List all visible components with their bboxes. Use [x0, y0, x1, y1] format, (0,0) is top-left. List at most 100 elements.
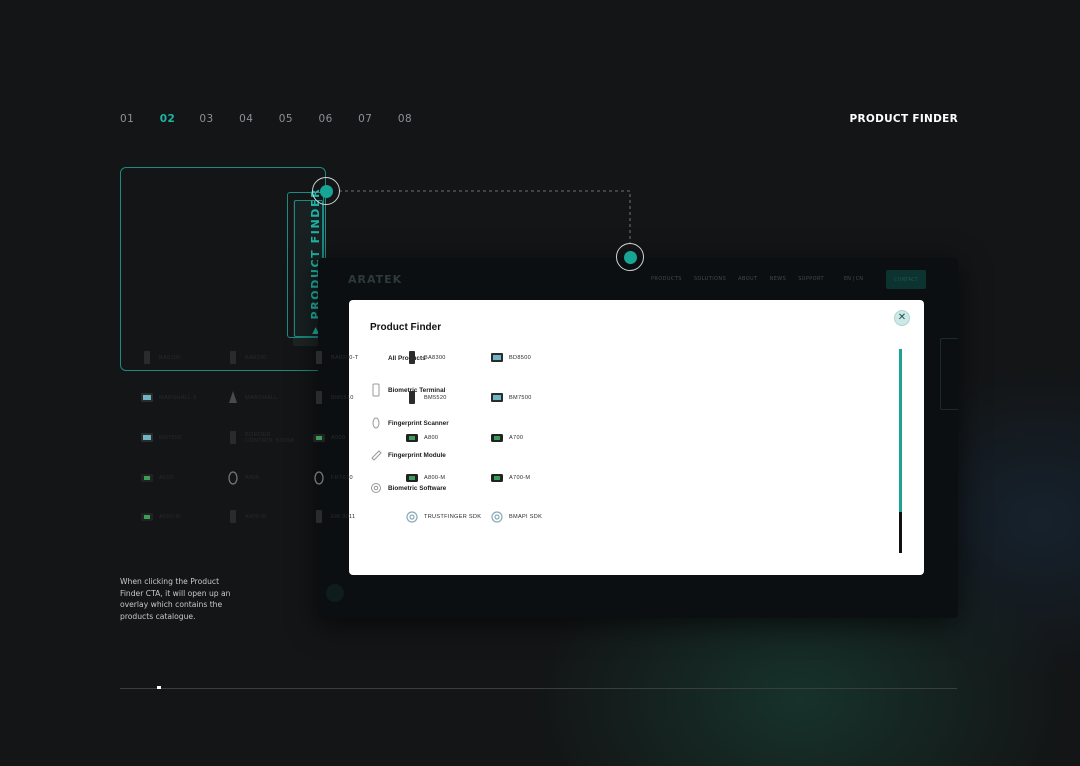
product-label: BD8500 [509, 354, 532, 361]
product-label: A400 [245, 474, 260, 481]
step-04[interactable]: 04 [239, 113, 279, 125]
product-label: FRT610 [331, 474, 353, 481]
step-navigation: 01 02 03 04 05 06 07 08 [120, 113, 438, 125]
product-item[interactable]: FRT610 [310, 468, 353, 488]
close-icon[interactable]: ✕ [894, 310, 910, 326]
product-item[interactable]: A400 [224, 468, 259, 488]
category-fingerprint-module[interactable]: Fingerprint Module [370, 447, 446, 463]
product-item[interactable]: A700 [488, 428, 523, 448]
product-item[interactable]: BM5510 [310, 388, 354, 408]
site-nav-news[interactable]: NEWS [770, 276, 787, 282]
product-item[interactable]: A600-M [138, 507, 180, 527]
product-label: TRUSTFINGER SDK [424, 513, 482, 520]
scrollbar-progress [899, 349, 902, 512]
product-finder-modal: Product Finder ✕ All Products Biometric … [141, 300, 924, 575]
product-thumbnail-icon [310, 429, 328, 447]
step-03[interactable]: 03 [199, 113, 239, 125]
step-01[interactable]: 01 [120, 113, 160, 125]
product-item[interactable]: BA8300 [403, 348, 446, 368]
product-thumbnail-icon [488, 508, 506, 526]
product-thumbnail-icon [138, 508, 156, 526]
product-item[interactable]: A800 [403, 428, 438, 448]
product-thumbnail-icon [488, 349, 506, 367]
scrollbar-thumb[interactable] [899, 512, 902, 553]
product-item[interactable]: BM7550 [138, 428, 182, 448]
product-label: MARSHALL 8 [159, 394, 197, 401]
product-label: EM-3011 [331, 513, 356, 520]
product-item[interactable]: BM7500 [488, 388, 532, 408]
site-nav: PRODUCTS SOLUTIONS ABOUT NEWS SUPPORT [651, 276, 824, 282]
product-item[interactable]: A700-M [488, 468, 530, 488]
product-label: BA8200 [245, 354, 267, 361]
product-label: BM5510 [331, 394, 354, 401]
step-06[interactable]: 06 [318, 113, 358, 125]
site-nav-solutions[interactable]: SOLUTIONS [694, 276, 726, 282]
product-thumbnail-icon [488, 429, 506, 447]
hotspot-marker-modal [616, 243, 644, 271]
product-label: A700 [509, 434, 524, 441]
product-thumbnail-icon [224, 389, 242, 407]
product-item[interactable]: BM5520 [403, 388, 447, 408]
product-item[interactable]: BA8200-T [310, 348, 359, 368]
fingerprint-scanner-icon [370, 417, 388, 429]
product-label: BA8100 [159, 354, 181, 361]
step-07[interactable]: 07 [358, 113, 398, 125]
product-label: BM7550 [159, 434, 182, 441]
product-thumbnail-icon [310, 389, 328, 407]
product-thumbnail-icon [224, 508, 242, 526]
product-item[interactable]: BA8100 [138, 348, 181, 368]
product-label: BORDER CONTROL KIOSK [245, 431, 295, 444]
product-item[interactable]: BORDER CONTROL KIOSK [224, 428, 295, 448]
terminal-icon [370, 383, 388, 397]
product-label: MARSHALL [245, 394, 278, 401]
product-thumbnail-icon [403, 349, 421, 367]
product-label: BM7500 [509, 394, 532, 401]
product-label: A800 [424, 434, 439, 441]
product-item[interactable]: A800-M [403, 468, 445, 488]
product-item[interactable]: A400-M [224, 507, 266, 527]
slide-progress-marker [157, 686, 161, 689]
product-label: A400-M [245, 513, 267, 520]
product-label: BM5520 [424, 394, 447, 401]
section-title: PRODUCT FINDER [849, 113, 958, 125]
product-item[interactable]: MARSHALL 8 [138, 388, 197, 408]
modal-scrollbar[interactable] [899, 349, 902, 553]
product-item[interactable]: TRUSTFINGER SDK [403, 507, 481, 527]
product-thumbnail-icon [403, 469, 421, 487]
product-item[interactable]: BD8500 [488, 348, 531, 368]
product-label: A700-M [509, 474, 531, 481]
site-logo: ARATEK [348, 273, 403, 286]
product-item[interactable]: A900 [310, 428, 345, 448]
product-thumbnail-icon [403, 429, 421, 447]
step-05[interactable]: 05 [279, 113, 319, 125]
site-language-switch[interactable]: EN | CN [844, 276, 863, 282]
site-nav-about[interactable]: ABOUT [738, 276, 757, 282]
chat-bubble-icon[interactable] [326, 584, 344, 602]
product-thumbnail-icon [403, 508, 421, 526]
product-label: BA8300 [424, 354, 446, 361]
site-nav-products[interactable]: PRODUCTS [651, 276, 682, 282]
product-label: A800-M [424, 474, 446, 481]
fingerprint-module-icon [370, 449, 388, 461]
product-thumbnail-icon [488, 469, 506, 487]
product-item[interactable]: BA8200 [224, 348, 267, 368]
modal-title: Product Finder [370, 322, 442, 333]
product-item[interactable]: MARSHALL [224, 388, 278, 408]
product-thumbnail-icon [310, 349, 328, 367]
site-side-tab[interactable] [940, 338, 958, 410]
site-nav-support[interactable]: SUPPORT [798, 276, 824, 282]
site-contact-button[interactable]: CONTACT [886, 270, 926, 289]
product-thumbnail-icon [310, 508, 328, 526]
product-item[interactable]: A600 [138, 468, 173, 488]
step-08[interactable]: 08 [398, 113, 438, 125]
product-thumbnail-icon [403, 389, 421, 407]
product-thumbnail-icon [138, 349, 156, 367]
category-label: Fingerprint Scanner [388, 419, 449, 427]
annotation-note: When clicking the Product Finder CTA, it… [120, 577, 231, 621]
product-label: A600 [159, 474, 174, 481]
product-item[interactable]: EM-3011 [310, 507, 355, 527]
hotspot-marker-tab [312, 177, 340, 205]
product-label: A900 [331, 434, 346, 441]
product-item[interactable]: BMAPI SDK [488, 507, 542, 527]
step-02[interactable]: 02 [160, 113, 200, 125]
